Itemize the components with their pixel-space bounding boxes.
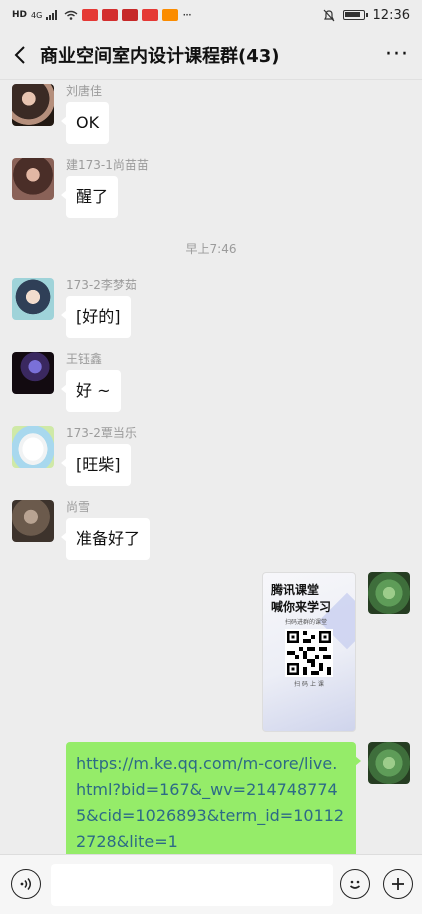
message-item: 王钰鑫 好 ~ (12, 352, 121, 412)
message-body: 建173-1尚苗苗 醒了 (60, 158, 149, 218)
avatar[interactable] (12, 500, 54, 542)
battery-icon (342, 10, 368, 20)
timestamp: 早上7:46 (185, 242, 237, 256)
signal-icon (46, 10, 58, 20)
message-bubble[interactable]: [旺柴] (61, 444, 131, 486)
message-body: 尚雪 准备好了 (60, 500, 151, 560)
link-text[interactable]: https://m.ke.qq.com/m-core/live.html?bid… (76, 754, 344, 851)
message-input[interactable] (51, 864, 333, 906)
voice-button[interactable] (11, 869, 41, 899)
app-notification-icon (82, 9, 99, 21)
app-notification-icon (102, 9, 119, 21)
avatar[interactable] (12, 352, 54, 394)
sender-name: 王钰鑫 (66, 352, 103, 366)
link-message-bubble[interactable]: https://m.ke.qq.com/m-core/live.html?bid… (66, 742, 361, 854)
app-notification-icon (122, 9, 139, 21)
more-dots-icon: ··· (385, 42, 409, 67)
message-item: 刘唐佳 OK (12, 84, 110, 144)
message-bubble[interactable]: 好 ~ (61, 370, 121, 412)
status-indicators: HD 4G ··· (12, 8, 192, 22)
sender-name: 173-2覃当乐 (66, 426, 137, 440)
sender-name: 刘唐佳 (66, 84, 103, 98)
sender-name: 尚雪 (66, 500, 91, 514)
more-button[interactable]: ··· (372, 30, 422, 80)
message-body: 173-2李梦茹 [好的] (61, 278, 137, 338)
message-item: 173-2李梦茹 [好的] (12, 278, 137, 338)
chat-title: 商业空间室内设计课程群(43) (40, 45, 280, 67)
message-bubble[interactable]: 醒了 (60, 176, 119, 218)
message-bubble[interactable]: [好的] (61, 296, 131, 338)
status-bar: HD 4G ··· 12:36 (0, 0, 422, 30)
avatar[interactable] (12, 426, 54, 468)
message-body: 刘唐佳 OK (60, 84, 110, 144)
chat-area[interactable]: 刘唐佳 OK 建173-1尚苗苗 醒了 早上7:46 173-2李梦茹 [好的]… (0, 80, 422, 854)
message-bubble[interactable]: 准备好了 (60, 518, 151, 560)
clock: 12:36 (372, 7, 410, 23)
network-indicator: 4G (31, 10, 43, 20)
app-notification-icon (162, 9, 179, 21)
input-bar (0, 854, 422, 914)
back-button[interactable] (0, 30, 40, 80)
chat-header: 商业空间室内设计课程群(43) ··· (0, 30, 422, 80)
status-right: 12:36 (323, 8, 410, 23)
avatar[interactable] (12, 84, 54, 126)
image-message[interactable]: 腾讯课堂 喊你来学习 扫码进群的课堂 扫 码 上 课 (262, 572, 356, 732)
mute-bell-icon (323, 9, 334, 21)
message-item: 173-2覃当乐 [旺柴] (12, 426, 137, 486)
avatar[interactable] (12, 278, 54, 320)
self-avatar[interactable] (368, 742, 410, 784)
plus-button[interactable] (383, 869, 413, 899)
message-item: 建173-1尚苗苗 醒了 (12, 158, 149, 218)
qr-code (285, 629, 333, 677)
plus-icon (392, 878, 404, 890)
card-scan-text: 扫 码 上 课 (294, 681, 324, 688)
more-notifications-icon: ··· (182, 8, 192, 22)
message-body: 173-2覃当乐 [旺柴] (61, 426, 137, 486)
sender-name: 建173-1尚苗苗 (66, 158, 149, 172)
card-title-text: 腾讯课堂 喊你来学习 (271, 583, 332, 614)
self-avatar[interactable] (368, 572, 410, 614)
message-bubble[interactable]: OK (60, 102, 110, 144)
wifi-icon (64, 10, 78, 20)
hd-indicator: HD (12, 10, 28, 20)
chevron-left-icon (14, 45, 25, 64)
avatar[interactable] (12, 158, 54, 200)
card-title: 腾讯课堂 喊你来学习 (271, 582, 351, 616)
sender-name: 173-2李梦茹 (66, 278, 137, 292)
emoji-button[interactable] (340, 869, 370, 899)
message-body: 王钰鑫 好 ~ (61, 352, 121, 412)
voice-icon (20, 878, 31, 890)
emoji-icon (349, 880, 361, 889)
card-subtitle: 扫码进群的课堂 (285, 619, 328, 626)
message-item: 尚雪 准备好了 (12, 500, 151, 560)
app-notification-icon (142, 9, 159, 21)
